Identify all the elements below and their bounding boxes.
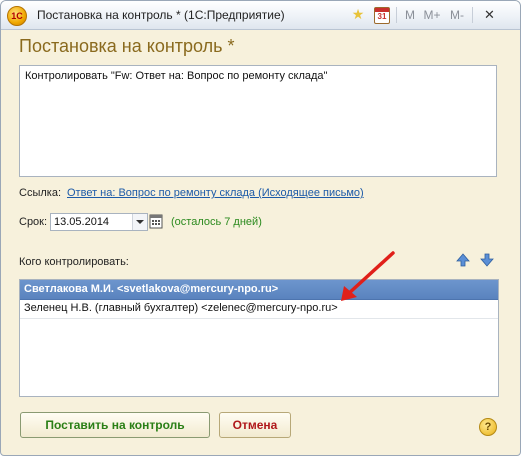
- who-label: Кого контролировать:: [19, 256, 129, 268]
- memory-button[interactable]: M: [403, 7, 417, 23]
- calendar-icon[interactable]: 31: [374, 7, 390, 24]
- due-date-value: 13.05.2014: [54, 216, 110, 228]
- title-bar: 1С Постановка на контроль * (1С:Предприя…: [1, 1, 520, 30]
- window-title: Постановка на контроль * (1С:Предприятие…: [37, 8, 285, 22]
- annotation-arrow-icon: [341, 251, 395, 301]
- list-item[interactable]: Светлакова М.И. <svetlakova@mercury-npo.…: [20, 280, 498, 300]
- due-label: Срок:: [19, 216, 48, 228]
- link-label: Ссылка:: [19, 187, 61, 199]
- calendar-picker-icon[interactable]: [149, 213, 163, 229]
- close-icon[interactable]: ✕: [484, 7, 495, 23]
- remaining-days: (осталось 7 дней): [171, 216, 262, 228]
- star-icon[interactable]: ★: [350, 6, 366, 22]
- app-logo-icon[interactable]: 1С: [7, 6, 27, 26]
- move-down-icon[interactable]: [479, 252, 495, 268]
- related-letter-link[interactable]: Ответ на: Вопрос по ремонту склада (Исхо…: [67, 187, 364, 199]
- toolbar-separator: [472, 7, 473, 23]
- cancel-button[interactable]: Отмена: [219, 412, 291, 438]
- list-item[interactable]: Зеленец Н.В. (главный бухгалтер) <zelene…: [20, 299, 498, 319]
- dialog-window: 1С Постановка на контроль * (1С:Предприя…: [0, 0, 521, 456]
- memory-plus-button[interactable]: M+: [421, 7, 443, 23]
- subject-textarea[interactable]: Контролировать "Fw: Ответ на: Вопрос по …: [19, 65, 497, 177]
- move-up-icon[interactable]: [455, 252, 471, 268]
- due-date-field[interactable]: 13.05.2014: [50, 213, 148, 231]
- chevron-down-icon[interactable]: [132, 214, 147, 230]
- form-title: Постановка на контроль *: [19, 36, 235, 56]
- memory-minus-button[interactable]: M-: [447, 7, 467, 23]
- toolbar-separator: [396, 7, 397, 23]
- help-icon[interactable]: ?: [479, 418, 497, 436]
- calendar-day: 31: [377, 12, 387, 21]
- people-list[interactable]: Светлакова М.И. <svetlakova@mercury-npo.…: [19, 279, 499, 397]
- form-content: Постановка на контроль * Контролировать …: [1, 30, 520, 455]
- submit-button[interactable]: Поставить на контроль: [20, 412, 210, 438]
